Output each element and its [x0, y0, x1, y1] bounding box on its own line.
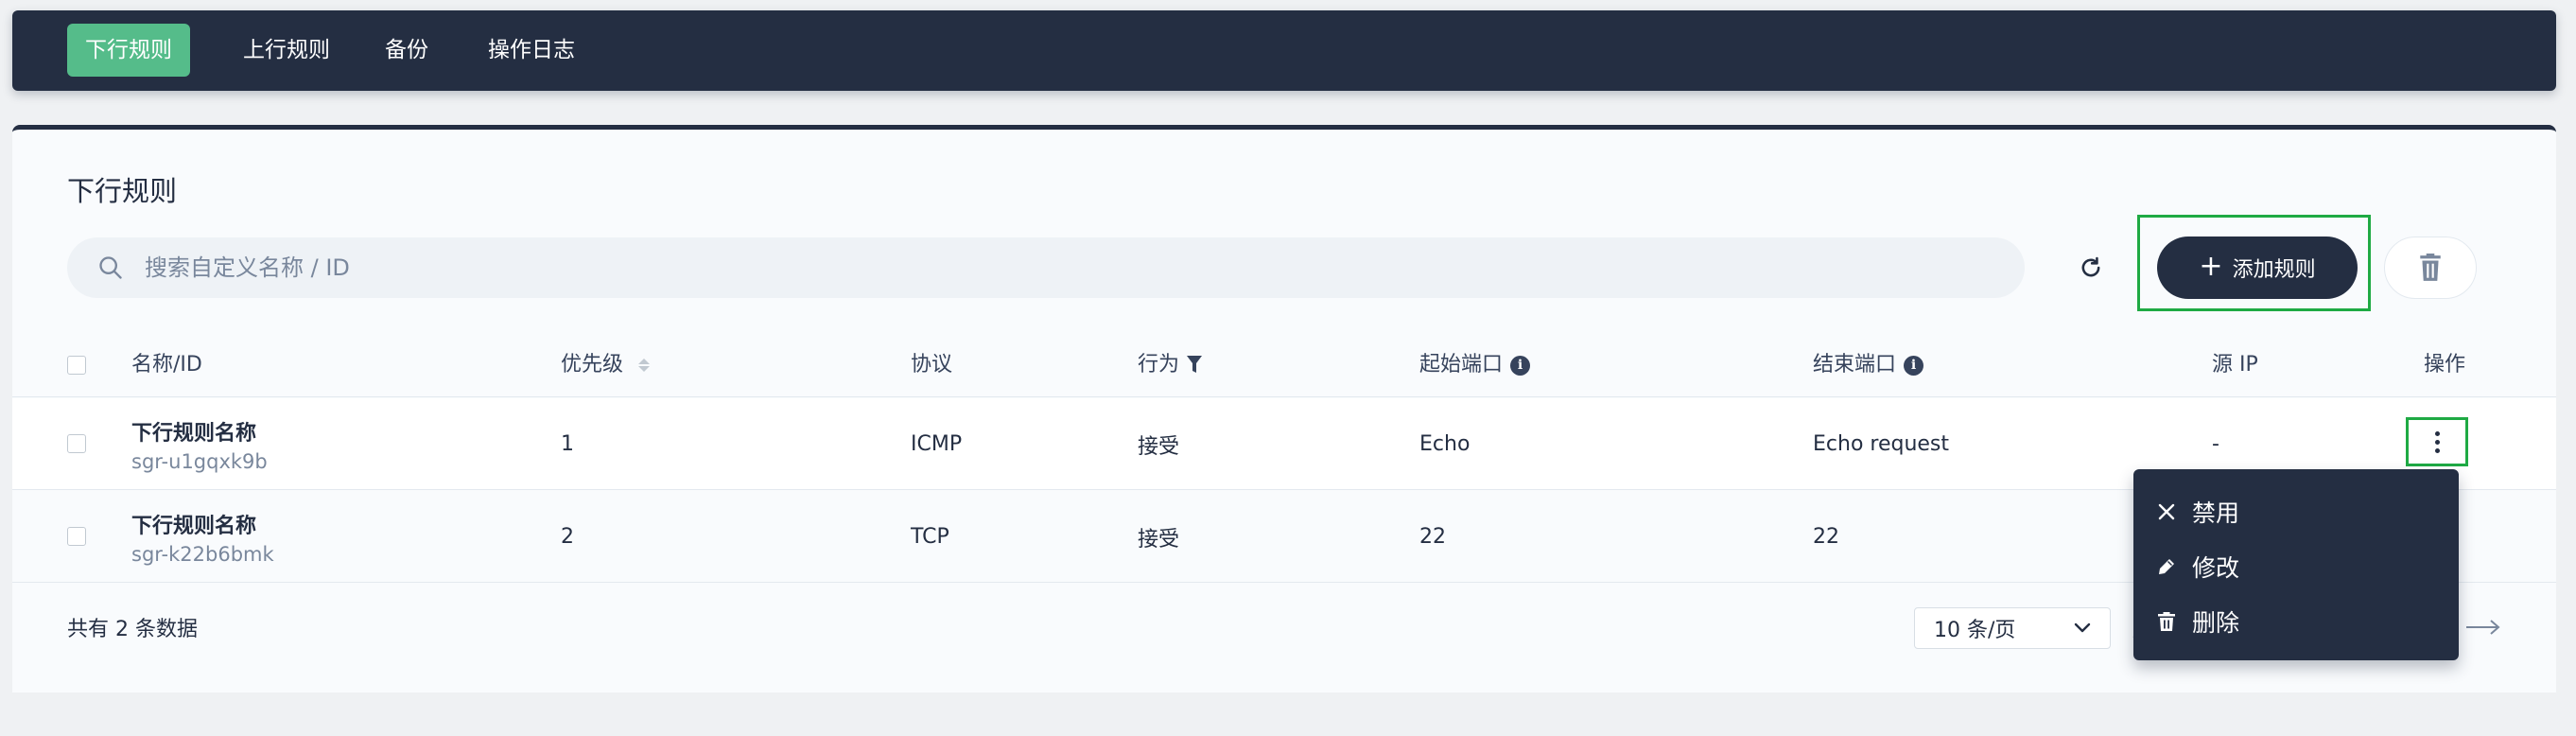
menu-item-delete[interactable]: 删除 [2133, 594, 2459, 649]
chevron-down-icon [2074, 622, 2091, 633]
refresh-icon [2081, 256, 2100, 277]
row-checkbox[interactable] [67, 434, 86, 453]
search-bar[interactable] [67, 237, 2025, 298]
pencil-icon [2159, 559, 2174, 574]
menu-item-edit[interactable]: 修改 [2133, 539, 2459, 594]
refresh-button[interactable] [2070, 247, 2112, 289]
search-input[interactable] [145, 237, 1941, 298]
page-size-value: 10 条/页 [1934, 619, 2016, 642]
more-vertical-icon [2434, 430, 2440, 453]
priority-cell: 1 [561, 432, 574, 456]
column-priority[interactable]: 优先级 [561, 333, 651, 397]
rule-id: sgr-u1gqxk9b [131, 449, 268, 473]
menu-item-disable[interactable]: 禁用 [2133, 484, 2459, 539]
priority-cell: 2 [561, 525, 574, 549]
page-title: 下行规则 [67, 175, 178, 207]
menu-item-label: 删除 [2192, 609, 2240, 637]
more-actions-button[interactable] [2406, 417, 2468, 466]
column-end-port: 结束端口 i [1813, 333, 1924, 397]
table-header: 名称/ID 优先级 协议 行为 起始端口 i 结束端口 i 源 IP 操作 [12, 333, 2556, 397]
column-start-port: 起始端口 i [1419, 333, 1531, 397]
total-count: 共有 2 条数据 [67, 618, 198, 641]
column-action[interactable]: 行为 [1138, 333, 1203, 397]
trash-icon [2158, 612, 2175, 631]
arrow-right-icon[interactable] [2466, 616, 2502, 639]
page-size-select[interactable]: 10 条/页 [1914, 607, 2111, 649]
plus-icon: + [2199, 249, 2223, 283]
column-name: 名称/ID [131, 353, 202, 377]
name-cell: 下行规则名称 sgr-u1gqxk9b [131, 398, 268, 490]
end-port-cell: Echo request [1813, 432, 1950, 456]
name-cell: 下行规则名称 sgr-k22b6bmk [131, 491, 274, 583]
column-action-label: 行为 [1138, 353, 1180, 377]
menu-item-label: 禁用 [2192, 499, 2240, 527]
end-port-cell: 22 [1813, 525, 1839, 549]
column-start-port-label: 起始端口 [1419, 353, 1504, 377]
tab-upstream-rules[interactable]: 上行规则 [222, 24, 351, 77]
top-nav: 下行规则 上行规则 备份 操作日志 [12, 10, 2556, 91]
filter-icon[interactable] [1187, 356, 1203, 375]
start-port-cell: Echo [1419, 432, 1471, 456]
select-all-checkbox[interactable] [67, 356, 86, 375]
protocol-cell: TCP [911, 525, 949, 549]
rule-id: sgr-k22b6bmk [131, 542, 274, 566]
row-checkbox[interactable] [67, 527, 86, 546]
protocol-cell: ICMP [911, 432, 963, 456]
search-icon [99, 256, 122, 279]
sort-icon[interactable] [638, 359, 651, 372]
menu-item-label: 修改 [2192, 554, 2240, 582]
info-icon[interactable]: i [1510, 355, 1531, 376]
add-rule-label: 添加规则 [2232, 258, 2316, 282]
trash-icon [2420, 254, 2441, 281]
tab-downstream-rules[interactable]: 下行规则 [67, 24, 190, 77]
rule-name[interactable]: 下行规则名称 [131, 509, 256, 539]
close-icon [2158, 503, 2175, 520]
info-icon[interactable]: i [1904, 355, 1924, 376]
action-cell: 接受 [1138, 527, 1180, 552]
column-source-ip: 源 IP [2212, 353, 2258, 377]
column-operation: 操作 [2424, 353, 2466, 377]
start-port-cell: 22 [1419, 525, 1446, 549]
tab-operation-log[interactable]: 操作日志 [467, 24, 596, 77]
row-actions-menu: 禁用 修改 删除 [2133, 469, 2459, 660]
tab-backup[interactable]: 备份 [364, 24, 449, 77]
column-end-port-label: 结束端口 [1813, 353, 1897, 377]
column-protocol: 协议 [911, 353, 953, 377]
column-priority-label: 优先级 [561, 353, 624, 377]
add-rule-button[interactable]: + 添加规则 [2157, 237, 2358, 299]
rule-name[interactable]: 下行规则名称 [131, 416, 256, 447]
action-cell: 接受 [1138, 434, 1180, 459]
delete-button[interactable] [2384, 237, 2477, 299]
